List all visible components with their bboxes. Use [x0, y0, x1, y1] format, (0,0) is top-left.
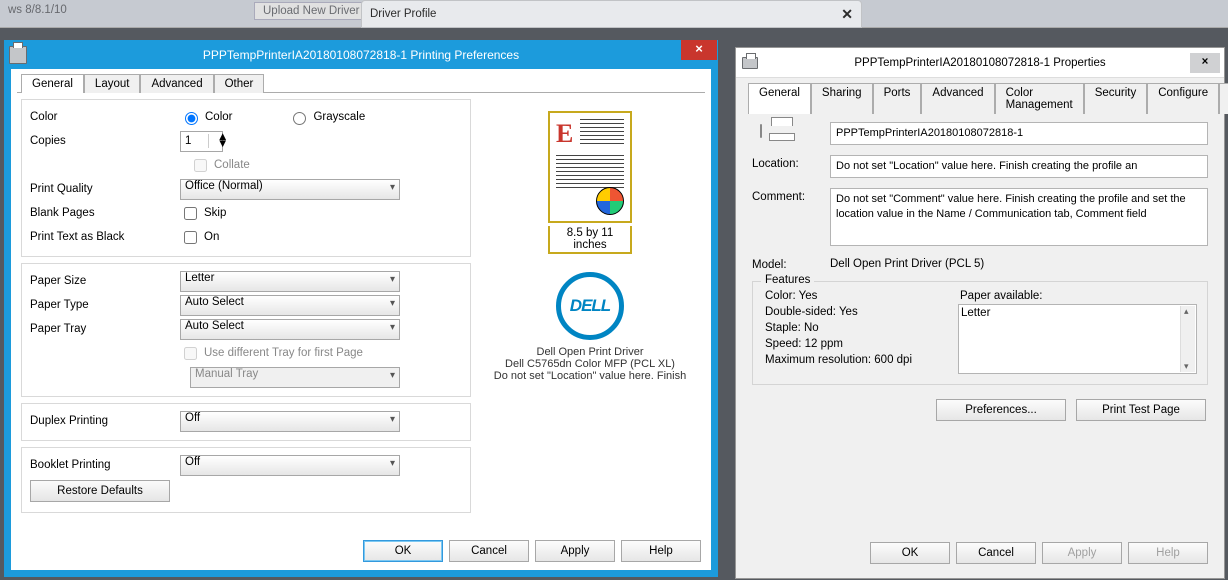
features-groupbox: Features Color: Yes Double-sided: Yes St… [752, 281, 1208, 385]
close-icon[interactable]: ✕ [841, 6, 853, 23]
location-field[interactable]: Do not set "Location" value here. Finish… [830, 155, 1208, 178]
group-duplex: Duplex Printing Off [21, 403, 471, 441]
booklet-dropdown[interactable]: Off [180, 455, 400, 476]
info-line-3: Do not set "Location" value here. Finish [479, 370, 701, 382]
printer-name-field[interactable]: PPPTempPrinterIA20180108072818-1 [830, 122, 1208, 145]
feature-color: Color: Yes [763, 288, 958, 304]
color-radio[interactable]: Color [180, 109, 232, 125]
duplex-label: Duplex Printing [30, 415, 180, 427]
close-button[interactable]: × [681, 40, 717, 60]
paper-available-list[interactable]: Letter [958, 304, 1197, 374]
ok-button[interactable]: OK [363, 540, 443, 562]
tab-ports[interactable]: Ports [873, 83, 922, 114]
printer-icon [9, 46, 27, 64]
upload-driver-button[interactable]: Upload New Driver [254, 2, 369, 20]
info-line-2: Dell C5765dn Color MFP (PCL XL) [479, 358, 701, 370]
group-paper: Paper Size Letter Paper Type Auto Select… [21, 263, 471, 397]
paper-available-label: Paper available: [958, 288, 1197, 304]
tab-color-management[interactable]: Color Management [995, 83, 1084, 114]
group-booklet: Booklet Printing Off Restore Defaults [21, 447, 471, 513]
scrollbar[interactable] [1180, 306, 1195, 372]
window-title: PPPTempPrinterIA20180108072818-1 Printin… [5, 48, 717, 62]
preview-caption: 8.5 by 11 inches [548, 226, 632, 254]
printer-icon [742, 57, 758, 69]
feature-double-sided: Double-sided: Yes [763, 304, 958, 320]
preferences-button[interactable]: Preferences... [936, 399, 1066, 421]
feature-resolution: Maximum resolution: 600 dpi [763, 352, 958, 368]
tab-security[interactable]: Security [1084, 83, 1148, 114]
paper-size-dropdown[interactable]: Letter [180, 271, 400, 292]
tab-general[interactable]: General [21, 74, 84, 93]
driver-profile-tab: Driver Profile ✕ [361, 0, 862, 28]
tabstrip: General Sharing Ports Advanced Color Man… [742, 78, 1218, 113]
comment-label: Comment: [752, 188, 822, 203]
grayscale-radio[interactable]: Grayscale [288, 109, 365, 125]
color-wheel-icon [596, 187, 624, 215]
tab-configure[interactable]: Configure [1147, 83, 1219, 114]
paper-type-dropdown[interactable]: Auto Select [180, 295, 400, 316]
paper-tray-dropdown[interactable]: Auto Select [180, 319, 400, 340]
help-button[interactable]: Help [621, 540, 701, 562]
close-button[interactable]: × [1190, 53, 1220, 73]
location-label: Location: [752, 155, 822, 170]
printing-preferences-window: PPPTempPrinterIA20180108072818-1 Printin… [4, 40, 718, 577]
different-tray-checkbox[interactable]: Use different Tray for first Page [180, 344, 363, 363]
titlebar: PPPTempPrinterIA20180108072818-1 Printin… [5, 41, 717, 69]
cancel-button[interactable]: Cancel [956, 542, 1036, 564]
on-checkbox[interactable]: On [180, 228, 219, 247]
printer-big-icon [760, 124, 762, 138]
tabstrip: General Layout Advanced Other [11, 69, 711, 92]
skip-checkbox[interactable]: Skip [180, 204, 226, 223]
cancel-button[interactable]: Cancel [449, 540, 529, 562]
feature-staple: Staple: No [763, 320, 958, 336]
dell-logo: DELL [556, 272, 624, 340]
titlebar: PPPTempPrinterIA20180108072818-1 Propert… [736, 48, 1224, 78]
tab-layout[interactable]: Layout [84, 74, 141, 93]
collate-checkbox[interactable]: Collate [190, 156, 250, 175]
apply-button[interactable]: Apply [1042, 542, 1122, 564]
footer-buttons: OK Cancel Apply Help [363, 540, 701, 562]
comment-field[interactable]: Do not set "Comment" value here. Finish … [830, 188, 1208, 246]
manual-tray-dropdown: Manual Tray [190, 367, 400, 388]
driver-profile-title: Driver Profile [370, 8, 436, 20]
paper-tray-label: Paper Tray [30, 323, 180, 335]
group-color: Color Color Grayscale Copies 1▲▼ [21, 99, 471, 257]
print-test-page-button[interactable]: Print Test Page [1076, 399, 1206, 421]
print-quality-label: Print Quality [30, 183, 180, 195]
tab-other[interactable]: Other [214, 74, 265, 93]
help-button[interactable]: Help [1128, 542, 1208, 564]
paper-type-label: Paper Type [30, 299, 180, 311]
page-preview: E [548, 111, 632, 223]
print-quality-dropdown[interactable]: Office (Normal) [180, 179, 400, 200]
blank-pages-label: Blank Pages [30, 207, 180, 219]
client-area: General Sharing Ports Advanced Color Man… [742, 78, 1218, 572]
info-line-1: Dell Open Print Driver [479, 346, 701, 358]
window-title: PPPTempPrinterIA20180108072818-1 Propert… [736, 57, 1224, 69]
duplex-dropdown[interactable]: Off [180, 411, 400, 432]
tab-about[interactable]: About [1219, 83, 1228, 114]
ok-button[interactable]: OK [870, 542, 950, 564]
feature-speed: Speed: 12 ppm [763, 336, 958, 352]
color-label: Color [30, 111, 180, 123]
model-label: Model: [752, 256, 822, 271]
copies-spinner[interactable]: 1▲▼ [180, 131, 223, 152]
footer-buttons: OK Cancel Apply Help [870, 542, 1208, 564]
booklet-label: Booklet Printing [30, 459, 180, 471]
tab-advanced[interactable]: Advanced [921, 83, 994, 114]
features-legend: Features [761, 274, 814, 286]
model-value: Dell Open Print Driver (PCL 5) [830, 256, 1208, 270]
apply-button[interactable]: Apply [535, 540, 615, 562]
copies-label: Copies [30, 135, 180, 147]
restore-defaults-button[interactable]: Restore Defaults [30, 480, 170, 502]
tab-advanced[interactable]: Advanced [140, 74, 213, 93]
print-text-black-label: Print Text as Black [30, 231, 180, 243]
client-area: General Layout Advanced Other Color Colo… [11, 69, 711, 570]
paper-size-label: Paper Size [30, 275, 180, 287]
tab-general[interactable]: General [748, 83, 811, 114]
tab-sharing[interactable]: Sharing [811, 83, 873, 114]
properties-window: PPPTempPrinterIA20180108072818-1 Propert… [735, 47, 1225, 579]
bg-text: ws 8/8.1/10 [8, 4, 67, 16]
